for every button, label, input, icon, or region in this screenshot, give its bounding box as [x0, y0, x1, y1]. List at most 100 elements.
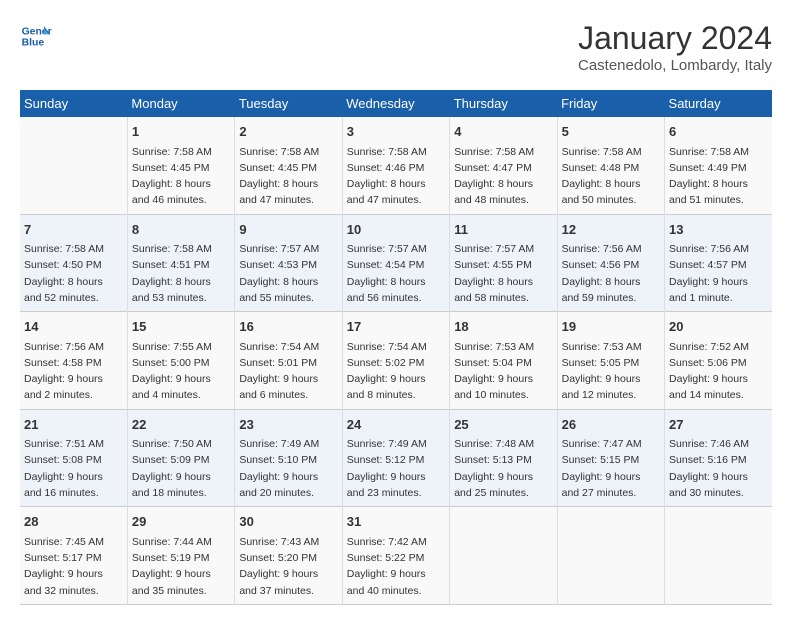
calendar-cell: 31Sunrise: 7:42 AMSunset: 5:22 PMDayligh… [342, 507, 449, 605]
day-number: 15 [132, 317, 230, 337]
calendar-cell: 10Sunrise: 7:57 AMSunset: 4:54 PMDayligh… [342, 214, 449, 312]
day-number: 5 [562, 122, 660, 142]
day-number: 25 [454, 415, 552, 435]
day-number: 1 [132, 122, 230, 142]
day-info: Sunrise: 7:42 AMSunset: 5:22 PMDaylight:… [347, 534, 445, 599]
day-info: Sunrise: 7:54 AMSunset: 5:02 PMDaylight:… [347, 339, 445, 404]
calendar-cell: 9Sunrise: 7:57 AMSunset: 4:53 PMDaylight… [235, 214, 342, 312]
calendar-cell: 15Sunrise: 7:55 AMSunset: 5:00 PMDayligh… [127, 312, 234, 410]
day-number: 28 [24, 512, 123, 532]
month-title: January 2024 [578, 20, 772, 57]
day-info: Sunrise: 7:58 AMSunset: 4:48 PMDaylight:… [562, 144, 660, 209]
day-info: Sunrise: 7:56 AMSunset: 4:56 PMDaylight:… [562, 241, 660, 306]
day-info: Sunrise: 7:58 AMSunset: 4:46 PMDaylight:… [347, 144, 445, 209]
day-number: 31 [347, 512, 445, 532]
day-number: 7 [24, 220, 123, 240]
title-block: January 2024 Castenedolo, Lombardy, Ital… [578, 20, 772, 74]
calendar-cell: 16Sunrise: 7:54 AMSunset: 5:01 PMDayligh… [235, 312, 342, 410]
calendar-cell [20, 117, 127, 214]
calendar-cell: 28Sunrise: 7:45 AMSunset: 5:17 PMDayligh… [20, 507, 127, 605]
day-info: Sunrise: 7:44 AMSunset: 5:19 PMDaylight:… [132, 534, 230, 599]
day-info: Sunrise: 7:51 AMSunset: 5:08 PMDaylight:… [24, 436, 123, 501]
day-number: 3 [347, 122, 445, 142]
location: Castenedolo, Lombardy, Italy [578, 57, 772, 74]
calendar-cell: 19Sunrise: 7:53 AMSunset: 5:05 PMDayligh… [557, 312, 664, 410]
col-header-tuesday: Tuesday [235, 90, 342, 117]
day-number: 10 [347, 220, 445, 240]
calendar-cell: 17Sunrise: 7:54 AMSunset: 5:02 PMDayligh… [342, 312, 449, 410]
calendar-cell: 1Sunrise: 7:58 AMSunset: 4:45 PMDaylight… [127, 117, 234, 214]
calendar-cell: 29Sunrise: 7:44 AMSunset: 5:19 PMDayligh… [127, 507, 234, 605]
col-header-thursday: Thursday [450, 90, 557, 117]
day-number: 12 [562, 220, 660, 240]
calendar-cell: 30Sunrise: 7:43 AMSunset: 5:20 PMDayligh… [235, 507, 342, 605]
day-info: Sunrise: 7:57 AMSunset: 4:53 PMDaylight:… [239, 241, 337, 306]
col-header-friday: Friday [557, 90, 664, 117]
day-info: Sunrise: 7:56 AMSunset: 4:57 PMDaylight:… [669, 241, 768, 306]
col-header-sunday: Sunday [20, 90, 127, 117]
day-info: Sunrise: 7:53 AMSunset: 5:04 PMDaylight:… [454, 339, 552, 404]
calendar-cell: 25Sunrise: 7:48 AMSunset: 5:13 PMDayligh… [450, 409, 557, 507]
calendar-cell [557, 507, 664, 605]
logo-icon: General Blue [20, 20, 52, 52]
day-info: Sunrise: 7:57 AMSunset: 4:55 PMDaylight:… [454, 241, 552, 306]
day-info: Sunrise: 7:58 AMSunset: 4:47 PMDaylight:… [454, 144, 552, 209]
day-number: 26 [562, 415, 660, 435]
day-info: Sunrise: 7:57 AMSunset: 4:54 PMDaylight:… [347, 241, 445, 306]
calendar-cell: 24Sunrise: 7:49 AMSunset: 5:12 PMDayligh… [342, 409, 449, 507]
day-info: Sunrise: 7:49 AMSunset: 5:10 PMDaylight:… [239, 436, 337, 501]
day-number: 6 [669, 122, 768, 142]
day-number: 30 [239, 512, 337, 532]
day-number: 27 [669, 415, 768, 435]
day-info: Sunrise: 7:53 AMSunset: 5:05 PMDaylight:… [562, 339, 660, 404]
day-info: Sunrise: 7:56 AMSunset: 4:58 PMDaylight:… [24, 339, 123, 404]
day-info: Sunrise: 7:50 AMSunset: 5:09 PMDaylight:… [132, 436, 230, 501]
day-number: 18 [454, 317, 552, 337]
day-number: 4 [454, 122, 552, 142]
day-info: Sunrise: 7:46 AMSunset: 5:16 PMDaylight:… [669, 436, 768, 501]
calendar-cell: 22Sunrise: 7:50 AMSunset: 5:09 PMDayligh… [127, 409, 234, 507]
day-info: Sunrise: 7:58 AMSunset: 4:45 PMDaylight:… [132, 144, 230, 209]
calendar-cell: 5Sunrise: 7:58 AMSunset: 4:48 PMDaylight… [557, 117, 664, 214]
calendar-cell: 18Sunrise: 7:53 AMSunset: 5:04 PMDayligh… [450, 312, 557, 410]
calendar-cell: 13Sunrise: 7:56 AMSunset: 4:57 PMDayligh… [665, 214, 772, 312]
calendar-cell: 7Sunrise: 7:58 AMSunset: 4:50 PMDaylight… [20, 214, 127, 312]
col-header-wednesday: Wednesday [342, 90, 449, 117]
day-number: 20 [669, 317, 768, 337]
day-info: Sunrise: 7:49 AMSunset: 5:12 PMDaylight:… [347, 436, 445, 501]
calendar-cell [665, 507, 772, 605]
week-row-2: 7Sunrise: 7:58 AMSunset: 4:50 PMDaylight… [20, 214, 772, 312]
day-number: 11 [454, 220, 552, 240]
calendar-cell: 12Sunrise: 7:56 AMSunset: 4:56 PMDayligh… [557, 214, 664, 312]
day-number: 19 [562, 317, 660, 337]
calendar-cell: 4Sunrise: 7:58 AMSunset: 4:47 PMDaylight… [450, 117, 557, 214]
calendar-cell: 14Sunrise: 7:56 AMSunset: 4:58 PMDayligh… [20, 312, 127, 410]
day-info: Sunrise: 7:58 AMSunset: 4:51 PMDaylight:… [132, 241, 230, 306]
day-number: 23 [239, 415, 337, 435]
calendar-cell [450, 507, 557, 605]
calendar-cell: 27Sunrise: 7:46 AMSunset: 5:16 PMDayligh… [665, 409, 772, 507]
day-info: Sunrise: 7:52 AMSunset: 5:06 PMDaylight:… [669, 339, 768, 404]
col-header-monday: Monday [127, 90, 234, 117]
calendar-cell: 23Sunrise: 7:49 AMSunset: 5:10 PMDayligh… [235, 409, 342, 507]
day-number: 24 [347, 415, 445, 435]
week-row-4: 21Sunrise: 7:51 AMSunset: 5:08 PMDayligh… [20, 409, 772, 507]
page-header: General Blue January 2024 Castenedolo, L… [20, 20, 772, 74]
day-number: 22 [132, 415, 230, 435]
day-info: Sunrise: 7:48 AMSunset: 5:13 PMDaylight:… [454, 436, 552, 501]
calendar-cell: 3Sunrise: 7:58 AMSunset: 4:46 PMDaylight… [342, 117, 449, 214]
day-number: 13 [669, 220, 768, 240]
day-number: 9 [239, 220, 337, 240]
calendar-header-row: SundayMondayTuesdayWednesdayThursdayFrid… [20, 90, 772, 117]
day-info: Sunrise: 7:47 AMSunset: 5:15 PMDaylight:… [562, 436, 660, 501]
logo: General Blue [20, 20, 52, 52]
day-number: 2 [239, 122, 337, 142]
calendar-cell: 11Sunrise: 7:57 AMSunset: 4:55 PMDayligh… [450, 214, 557, 312]
svg-text:Blue: Blue [22, 38, 45, 49]
day-info: Sunrise: 7:58 AMSunset: 4:45 PMDaylight:… [239, 144, 337, 209]
day-info: Sunrise: 7:58 AMSunset: 4:50 PMDaylight:… [24, 241, 123, 306]
day-number: 8 [132, 220, 230, 240]
week-row-1: 1Sunrise: 7:58 AMSunset: 4:45 PMDaylight… [20, 117, 772, 214]
calendar-table: SundayMondayTuesdayWednesdayThursdayFrid… [20, 90, 772, 605]
calendar-cell: 6Sunrise: 7:58 AMSunset: 4:49 PMDaylight… [665, 117, 772, 214]
